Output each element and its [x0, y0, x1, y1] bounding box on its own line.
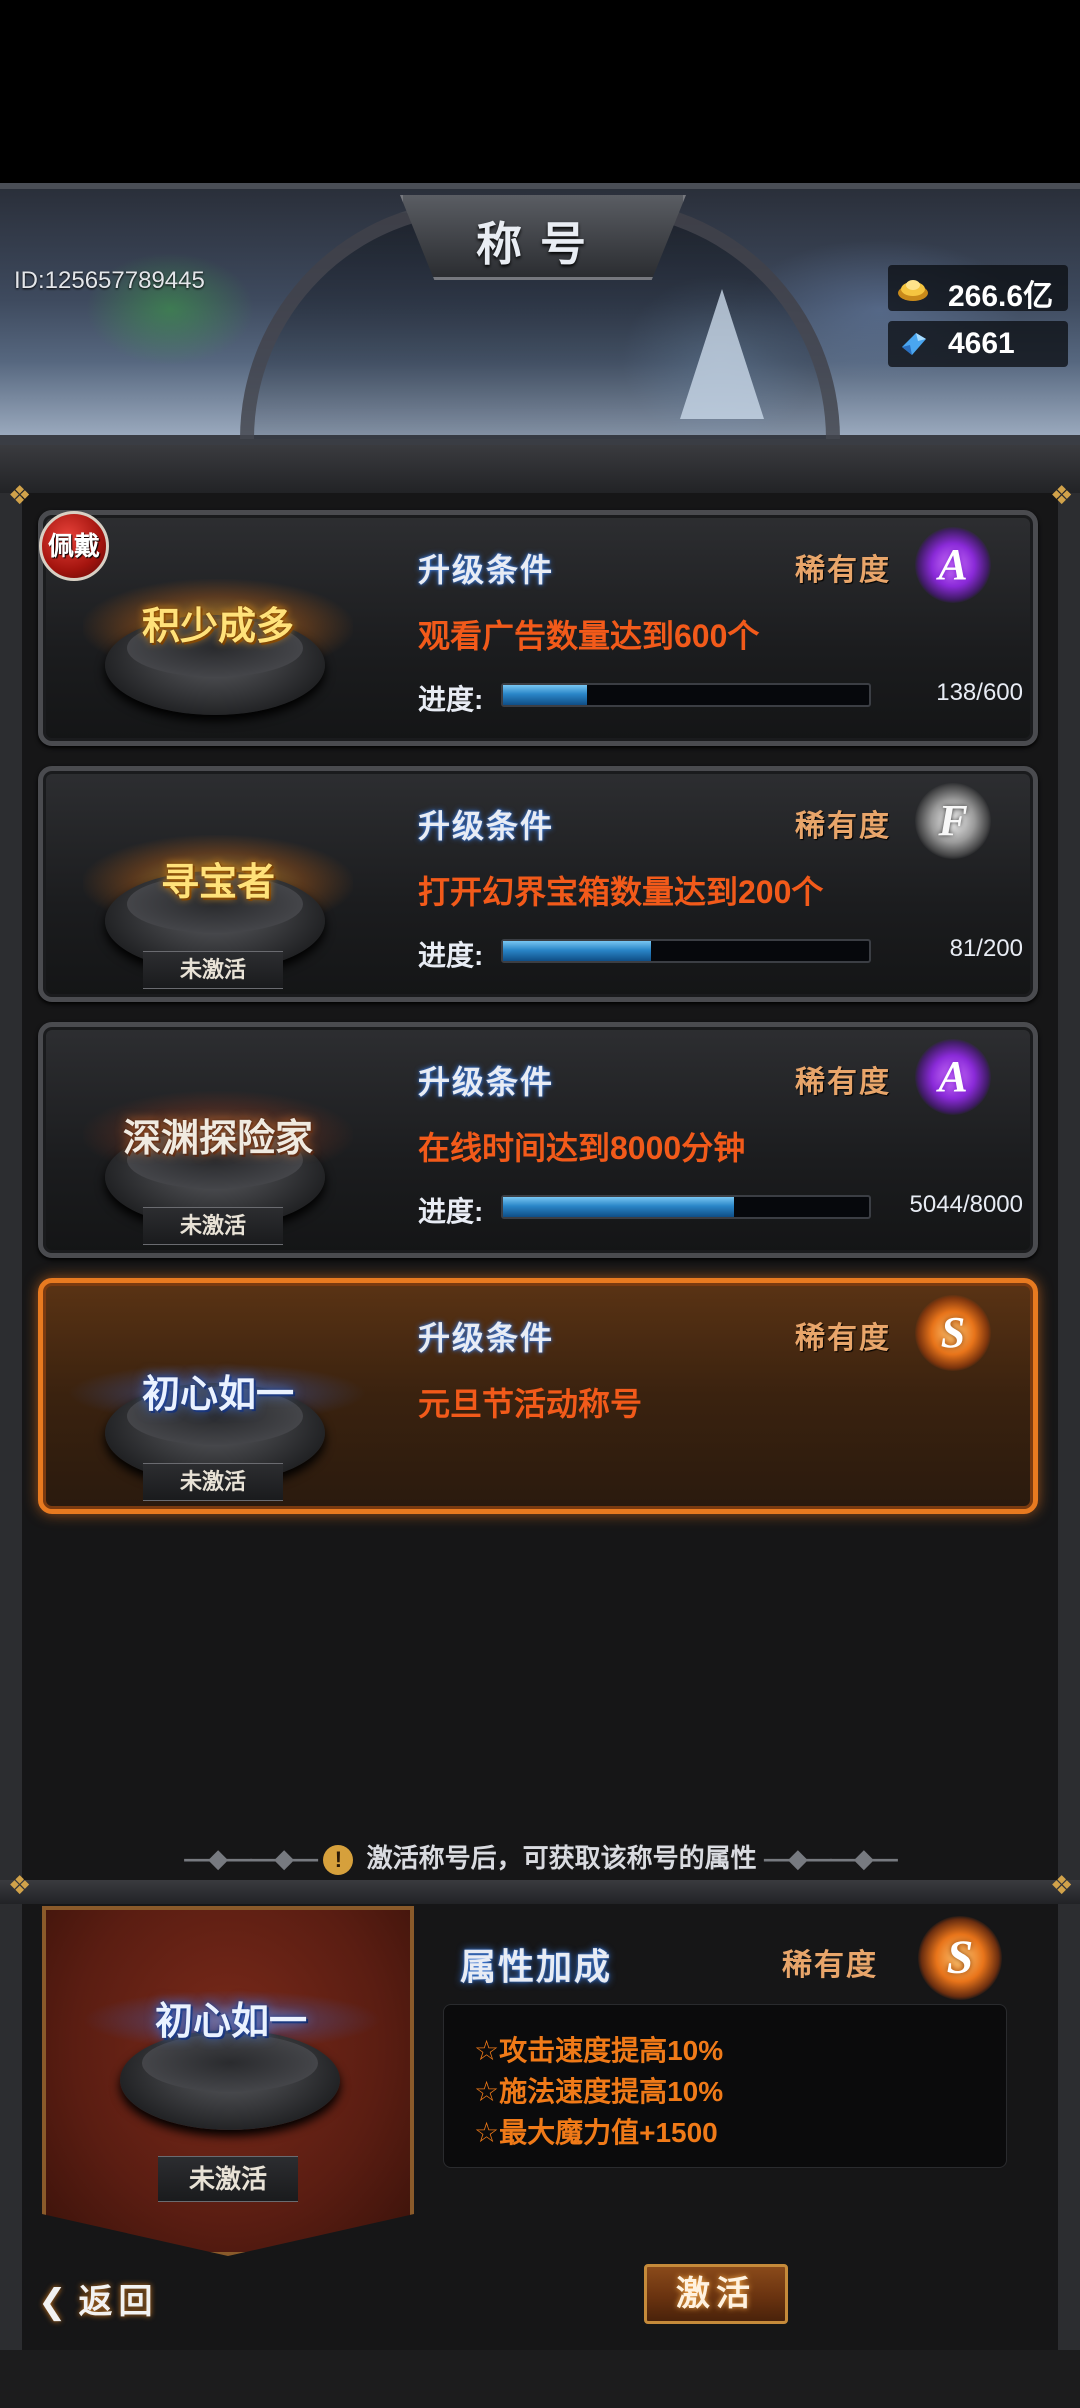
diamond-value: 4661 — [948, 327, 1015, 360]
condition-label: 升级条件 — [418, 808, 555, 844]
hint-divider-left: —◆——◆— — [184, 1843, 318, 1873]
back-label: 返回 — [78, 2283, 159, 2321]
bonus-item: ☆攻击速度提高10% — [474, 2035, 724, 2066]
status-tag: 未激活 — [158, 2156, 298, 2202]
user-id: ID:125657789445 — [14, 267, 205, 294]
gold-ingot-icon — [898, 280, 928, 301]
badge-emblem-text: 深渊探险家 — [122, 1118, 313, 1160]
frame-corner-ornament: ❖ — [8, 1870, 32, 1900]
bonus-list: ☆攻击速度提高10% ☆施法速度提高10% ☆最大魔力值+1500 — [443, 2004, 1007, 2168]
frame-corner-ornament: ❖ — [1050, 480, 1074, 510]
progress-label: 进度: — [418, 940, 484, 971]
progress-bar — [501, 1195, 871, 1219]
title-card-selected[interactable]: 初心如一 未激活 升级条件 稀有度 S 元旦节活动称号 — [38, 1278, 1038, 1514]
bonus-item: ☆施法速度提高10% — [474, 2076, 724, 2107]
condition-label: 升级条件 — [418, 552, 555, 588]
bonus-title: 属性加成 — [460, 1946, 613, 1987]
detail-banner-flag: 初心如一 未激活 — [42, 1906, 414, 2256]
activate-button[interactable]: 激活 — [644, 2264, 788, 2324]
rarity-s-icon: S — [915, 1295, 991, 1371]
progress-fill — [503, 685, 588, 705]
page-title: 称号 — [476, 218, 604, 270]
status-tag: 未激活 — [143, 1463, 283, 1501]
equipped-badge: 佩戴 — [39, 511, 109, 581]
exclamation-icon: ! — [323, 1845, 354, 1876]
progress-fill — [503, 1197, 734, 1217]
blue-gem-icon — [902, 333, 926, 355]
bonus-item: ☆最大魔力值+1500 — [474, 2117, 718, 2148]
status-tag: 未激活 — [143, 951, 283, 989]
badge-emblem-text: 初心如一 — [141, 1374, 294, 1416]
condition-label: 升级条件 — [418, 1320, 555, 1356]
rarity-s-icon: S — [918, 1916, 1002, 2000]
progress-bar — [501, 939, 871, 963]
rarity-a-icon: A — [915, 527, 991, 603]
hint-divider-right: —◆——◆— — [763, 1843, 898, 1873]
progress-value: 81/200 — [949, 935, 1023, 962]
title-card[interactable]: 积少成多 佩戴 升级条件 稀有度 A 观看广告数量达到600个 进度: 138/… — [38, 510, 1038, 746]
title-card[interactable]: 深渊探险家 未激活 升级条件 稀有度 A 在线时间达到8000分钟 进度: 50… — [38, 1022, 1038, 1258]
banner-tree-art — [680, 289, 764, 419]
rarity-label: 稀有度 — [795, 1066, 891, 1099]
status-tag: 未激活 — [143, 1207, 283, 1245]
condition-text: 元旦节活动称号 — [418, 1386, 643, 1422]
condition-text: 打开幻界宝箱数量达到200个 — [418, 874, 824, 910]
condition-text: 在线时间达到8000分钟 — [418, 1130, 746, 1166]
progress-label: 进度: — [418, 684, 484, 715]
frame-corner-ornament: ❖ — [8, 480, 32, 510]
back-button[interactable]: ❮ 返回 — [38, 2274, 188, 2321]
progress-label: 进度: — [418, 1196, 484, 1227]
progress-value: 138/600 — [936, 679, 1023, 706]
gold-counter: 266.6亿 — [888, 265, 1068, 313]
diamond-counter: 4661 — [888, 321, 1068, 367]
rarity-label: 稀有度 — [795, 1322, 891, 1355]
title-card[interactable]: 寻宝者 未激活 升级条件 稀有度 F 打开幻界宝箱数量达到200个 进度: 81… — [38, 766, 1038, 1002]
progress-bar — [501, 683, 871, 707]
rarity-a-icon: A — [915, 1039, 991, 1115]
chevron-left-icon: ❮ — [38, 2283, 73, 2321]
hint-text: 激活称号后，可获取该称号的属性 — [366, 1843, 757, 1873]
badge-emblem-text: 初心如一 — [154, 2001, 307, 2043]
rarity-label: 稀有度 — [795, 554, 891, 587]
status-bar-area — [0, 0, 1080, 183]
condition-text: 观看广告数量达到600个 — [418, 618, 760, 654]
nav-bar-area — [0, 2350, 1080, 2408]
frame-corner-ornament: ❖ — [1050, 1870, 1074, 1900]
progress-fill — [503, 941, 652, 961]
badge-emblem-text: 寻宝者 — [160, 862, 275, 904]
activation-hint: —◆——◆— ! 激活称号后，可获取该称号的属性 —◆——◆— — [0, 1838, 1080, 1876]
rarity-f-icon: F — [915, 783, 991, 859]
detail-frame-top — [0, 1880, 1080, 1904]
badge-emblem-text: 积少成多 — [141, 606, 294, 648]
condition-label: 升级条件 — [418, 1064, 555, 1100]
rarity-label: 稀有度 — [782, 1949, 878, 1982]
panel-frame-top — [0, 445, 1080, 493]
rarity-label: 稀有度 — [795, 810, 891, 843]
gold-value: 266.6亿 — [948, 280, 1054, 313]
progress-value: 5044/8000 — [909, 1191, 1023, 1218]
